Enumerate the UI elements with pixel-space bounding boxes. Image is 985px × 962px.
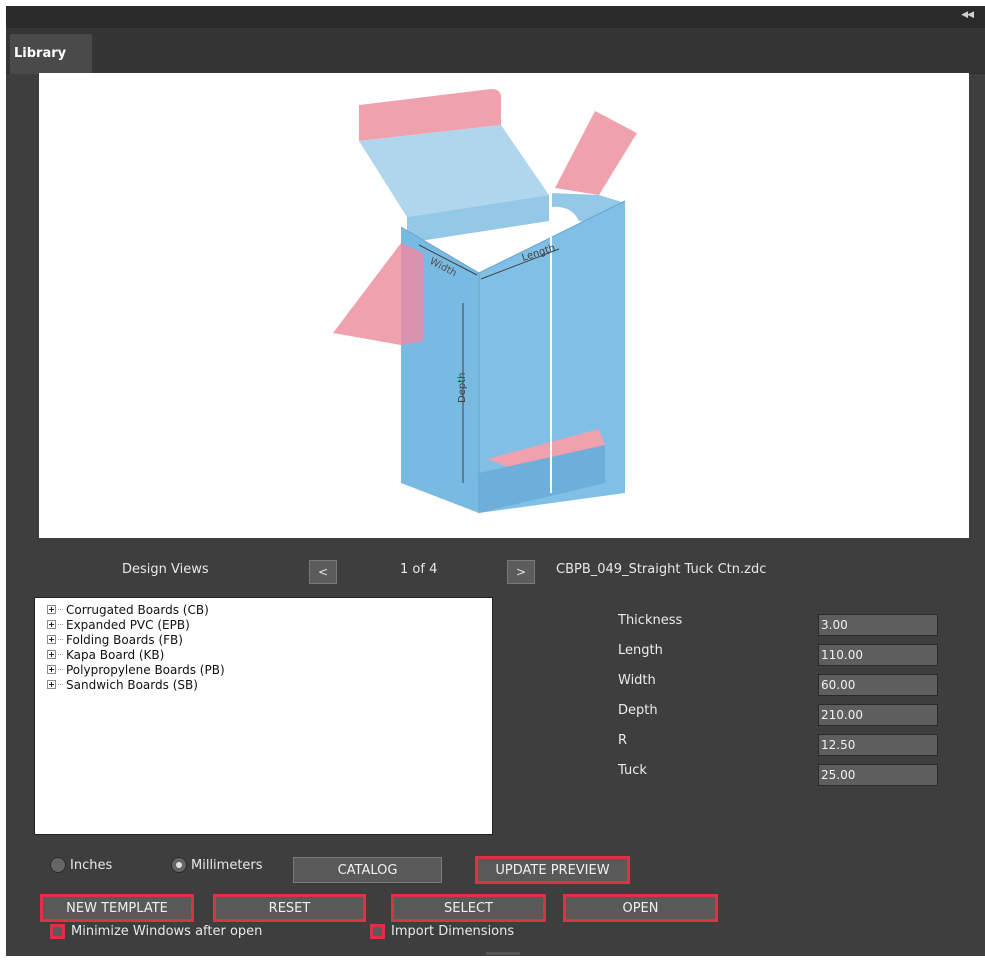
top-right-flap: [555, 111, 637, 195]
width-field[interactable]: [818, 674, 938, 696]
double-chevron-left-icon[interactable]: ◀◀: [961, 10, 974, 20]
import-dimensions-checkbox[interactable]: Import Dimensions: [370, 924, 514, 939]
file-name-label: CBPB_049_Straight Tuck Ctn.zdc: [556, 562, 767, 577]
inches-label: Inches: [70, 857, 113, 873]
r-field[interactable]: [818, 734, 938, 756]
expand-icon[interactable]: [47, 605, 56, 614]
length-label: Length: [618, 643, 663, 658]
page-indicator: 1 of 4: [400, 562, 438, 577]
tree-item-label: Expanded PVC (EPB): [66, 617, 190, 632]
select-button[interactable]: SELECT: [391, 894, 546, 922]
tree-item-label: Sandwich Boards (SB): [66, 677, 198, 692]
millimeters-label: Millimeters: [191, 857, 263, 873]
minimize-windows-checkbox[interactable]: Minimize Windows after open: [50, 924, 262, 939]
next-view-button[interactable]: >: [507, 560, 535, 584]
radio-indicator-checked: [171, 857, 187, 873]
import-dimensions-label: Import Dimensions: [391, 924, 515, 939]
thickness-label: Thickness: [618, 613, 683, 628]
tree-item[interactable]: Folding Boards (FB): [47, 632, 492, 647]
tree-item[interactable]: Polypropylene Boards (PB): [47, 662, 492, 677]
tuck-field[interactable]: [818, 764, 938, 786]
radio-indicator: [50, 857, 66, 873]
tuck-label: Tuck: [618, 763, 647, 778]
tree-item[interactable]: Corrugated Boards (CB): [47, 602, 492, 617]
tree-item-label: Corrugated Boards (CB): [66, 602, 209, 617]
tree-item-label: Folding Boards (FB): [66, 632, 183, 647]
tree-item-label: Polypropylene Boards (PB): [66, 662, 225, 677]
box-3d-illustration: Length Width Depth: [333, 89, 637, 513]
expand-icon[interactable]: [47, 650, 56, 659]
panel-titlebar: ◀◀: [6, 6, 985, 28]
minimize-windows-label: Minimize Windows after open: [71, 924, 263, 939]
tab-strip: Library: [6, 28, 985, 74]
depth-dimension-label: Depth: [457, 373, 468, 403]
design-preview: Length Width Depth: [39, 73, 969, 538]
checkbox-indicator: [50, 924, 65, 939]
length-field[interactable]: [818, 644, 938, 666]
expand-icon[interactable]: [47, 635, 56, 644]
reset-button[interactable]: RESET: [213, 894, 366, 922]
depth-field[interactable]: [818, 704, 938, 726]
tab-library[interactable]: Library: [10, 34, 92, 74]
millimeters-radio[interactable]: Millimeters: [171, 857, 263, 873]
tree-item[interactable]: Kapa Board (KB): [47, 647, 492, 662]
tree-item[interactable]: Expanded PVC (EPB): [47, 617, 492, 632]
tree-item[interactable]: Sandwich Boards (SB): [47, 677, 492, 692]
new-template-button[interactable]: NEW TEMPLATE: [40, 894, 194, 922]
width-label: Width: [618, 673, 656, 688]
resize-grip[interactable]: [486, 952, 520, 955]
prev-view-button[interactable]: <: [309, 560, 337, 584]
side-dust-flap: [333, 243, 411, 345]
r-label: R: [618, 733, 628, 748]
expand-icon[interactable]: [47, 620, 56, 629]
material-tree[interactable]: Corrugated Boards (CB) Expanded PVC (EPB…: [34, 597, 493, 835]
open-button[interactable]: OPEN: [563, 894, 718, 922]
update-preview-button[interactable]: UPDATE PREVIEW: [475, 856, 630, 884]
catalog-button[interactable]: CATALOG: [293, 857, 442, 883]
side-flap-overlap: [401, 243, 423, 345]
inches-radio[interactable]: Inches: [50, 857, 112, 873]
design-views-label: Design Views: [122, 562, 209, 577]
depth-label: Depth: [618, 703, 658, 718]
tree-item-label: Kapa Board (KB): [66, 647, 165, 662]
checkbox-indicator: [370, 924, 385, 939]
expand-icon[interactable]: [47, 665, 56, 674]
expand-icon[interactable]: [47, 680, 56, 689]
thickness-field[interactable]: [818, 614, 938, 636]
